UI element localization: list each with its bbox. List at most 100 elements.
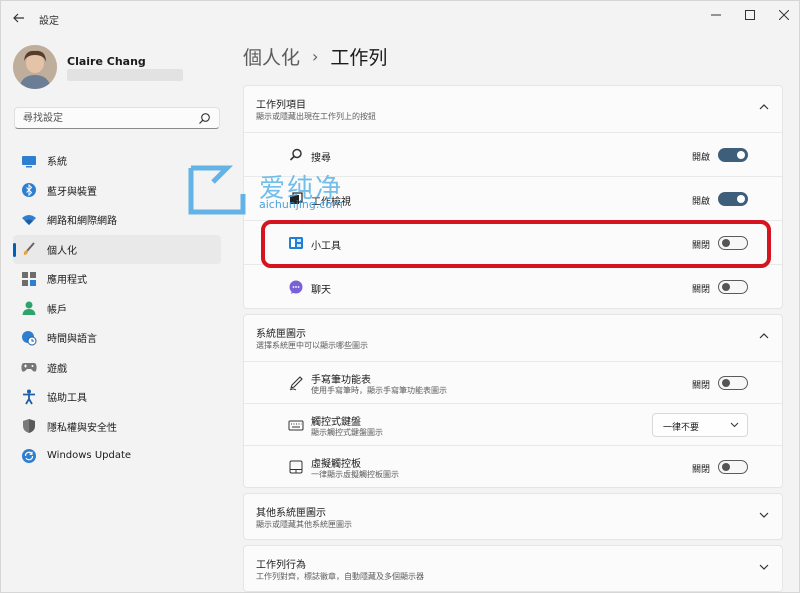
keyboard-icon xyxy=(288,420,304,431)
touchpad-icon xyxy=(289,460,303,474)
pen-menu-toggle[interactable] xyxy=(718,376,748,390)
sidebar-item-accessibility[interactable]: 協助工具 xyxy=(13,382,221,412)
search-input[interactable] xyxy=(23,111,193,126)
globe-clock-icon xyxy=(21,330,37,346)
sidebar-item-label: 網路和網際網路 xyxy=(47,216,117,228)
minimize-icon xyxy=(711,14,721,16)
app-title: 設定 xyxy=(39,16,59,27)
row-description: 顯示觸控式鍵盤圖示 xyxy=(311,428,383,437)
back-arrow-icon xyxy=(13,13,24,23)
chevron-up-icon[interactable] xyxy=(758,330,770,342)
chat-icon xyxy=(289,280,303,294)
settings-window: 設定 Claire Chang 系統 藍牙與裝置 xyxy=(0,0,800,593)
dropdown-value: 一律不要 xyxy=(663,423,700,433)
tray-row-touch-keyboard: 觸控式鍵盤 顯示觸控式鍵盤圖示 一律不要 xyxy=(244,403,782,445)
close-button[interactable] xyxy=(767,5,800,25)
row-label: 虛擬觸控板 xyxy=(311,459,361,470)
row-description: 一律顯示虛擬觸控板圖示 xyxy=(311,470,399,479)
other-tray-icons-card[interactable]: 其他系統匣圖示 顯示或隱藏其他系統匣圖示 xyxy=(243,493,783,540)
accessibility-icon xyxy=(21,389,37,405)
section-description: 工作列對齊，標誌徽章，自動隱藏及多個顯示器 xyxy=(256,572,424,581)
chat-toggle[interactable] xyxy=(718,280,748,294)
breadcrumb: 個人化 › 工作列 xyxy=(243,43,387,70)
taskbar-items-header[interactable]: 工作列項目 顯示或隱藏出現在工作列上的按鈕 xyxy=(244,86,782,132)
task-view-toggle[interactable] xyxy=(718,192,748,206)
sidebar-item-apps[interactable]: 應用程式 xyxy=(13,264,221,294)
section-title: 其他系統匣圖示 xyxy=(256,508,326,519)
back-button[interactable] xyxy=(9,9,29,27)
toggle-state-label: 開啟 xyxy=(691,153,710,163)
row-label: 小工具 xyxy=(311,241,341,252)
sidebar-item-label: 協助工具 xyxy=(47,393,87,405)
search-icon[interactable] xyxy=(198,112,211,125)
sidebar-item-personalization[interactable]: 個人化 xyxy=(13,234,221,264)
shield-icon xyxy=(21,418,37,434)
maximize-icon xyxy=(745,10,755,20)
chevron-down-icon xyxy=(730,422,739,428)
chevron-down-icon[interactable] xyxy=(758,561,770,573)
sidebar-item-label: 系統 xyxy=(47,157,67,169)
sidebar-item-label: Windows Update xyxy=(47,450,132,462)
toggle-state-label: 關閉 xyxy=(691,241,710,251)
row-label: 觸控式鍵盤 xyxy=(311,417,361,428)
widgets-toggle[interactable] xyxy=(718,236,748,250)
section-title: 工作列項目 xyxy=(256,100,306,111)
apps-icon xyxy=(21,271,37,287)
wifi-icon xyxy=(21,212,37,228)
virtual-touchpad-toggle[interactable] xyxy=(718,460,748,474)
search-toggle[interactable] xyxy=(718,148,748,162)
row-label: 聊天 xyxy=(311,285,331,296)
system-tray-header[interactable]: 系統匣圖示 選擇系統匣中可以顯示哪些圖示 xyxy=(244,315,782,361)
watermark-logo-icon xyxy=(188,165,246,215)
sidebar-item-accounts[interactable]: 帳戶 xyxy=(13,294,221,324)
user-name: Claire Chang xyxy=(67,55,146,68)
chevron-up-icon[interactable] xyxy=(758,101,770,113)
toggle-state-label: 開啟 xyxy=(691,197,710,207)
system-tray-card: 系統匣圖示 選擇系統匣中可以顯示哪些圖示 手寫筆功能表 使用手寫筆時，顯示手寫筆… xyxy=(243,314,783,488)
sidebar-item-label: 個人化 xyxy=(47,245,77,257)
sidebar-item-label: 應用程式 xyxy=(47,275,87,287)
touch-keyboard-dropdown[interactable]: 一律不要 xyxy=(652,413,748,437)
sidebar-item-privacy[interactable]: 隱私權與安全性 xyxy=(13,412,221,442)
update-icon xyxy=(21,448,37,464)
toggle-state-label: 關閉 xyxy=(691,465,710,475)
taskbar-row-widgets: 小工具 關閉 xyxy=(244,220,782,264)
sidebar-item-label: 遊戲 xyxy=(47,363,67,375)
sidebar-item-windows-update[interactable]: Windows Update xyxy=(13,441,221,471)
title-bar: 設定 xyxy=(1,1,799,33)
section-title: 系統匣圖示 xyxy=(256,329,306,340)
maximize-button[interactable] xyxy=(733,5,767,25)
sidebar-item-gaming[interactable]: 遊戲 xyxy=(13,353,221,383)
sidebar-item-label: 隱私權與安全性 xyxy=(47,422,117,434)
monitor-icon xyxy=(21,153,37,169)
sidebar-item-label: 時間與語言 xyxy=(47,334,97,346)
section-description: 選擇系統匣中可以顯示哪些圖示 xyxy=(256,341,368,350)
taskbar-behaviors-card[interactable]: 工作列行為 工作列對齊，標誌徽章，自動隱藏及多個顯示器 xyxy=(243,545,783,592)
tray-row-virtual-touchpad: 虛擬觸控板 一律顯示虛擬觸控板圖示 關閉 xyxy=(244,445,782,487)
pen-icon xyxy=(289,376,303,391)
section-title: 工作列行為 xyxy=(256,560,306,571)
breadcrumb-separator: › xyxy=(312,47,319,66)
minimize-button[interactable] xyxy=(699,5,733,25)
row-label: 手寫筆功能表 xyxy=(311,375,371,386)
section-description: 顯示或隱藏其他系統匣圖示 xyxy=(256,520,352,529)
search-box[interactable] xyxy=(14,107,220,129)
bluetooth-icon xyxy=(21,182,37,198)
widgets-icon xyxy=(289,237,303,249)
close-icon xyxy=(779,10,789,20)
sidebar-item-label: 藍牙與裝置 xyxy=(47,186,97,198)
toggle-state-label: 關閉 xyxy=(691,285,710,295)
search-icon xyxy=(289,148,302,161)
row-description: 使用手寫筆時，顯示手寫筆功能表圖示 xyxy=(311,386,447,395)
sidebar-item-time-language[interactable]: 時間與語言 xyxy=(13,323,221,353)
tray-row-pen-menu: 手寫筆功能表 使用手寫筆時，顯示手寫筆功能表圖示 關閉 xyxy=(244,361,782,403)
chevron-down-icon[interactable] xyxy=(758,509,770,521)
gamepad-icon xyxy=(21,359,37,375)
avatar[interactable] xyxy=(13,45,57,89)
person-icon xyxy=(21,300,37,316)
user-photo-icon xyxy=(13,45,57,89)
watermark: 爱纯净 aichunjing.com xyxy=(187,164,377,216)
row-label: 搜尋 xyxy=(311,153,331,164)
breadcrumb-parent[interactable]: 個人化 xyxy=(243,43,300,70)
section-description: 顯示或隱藏出現在工作列上的按鈕 xyxy=(256,112,376,121)
